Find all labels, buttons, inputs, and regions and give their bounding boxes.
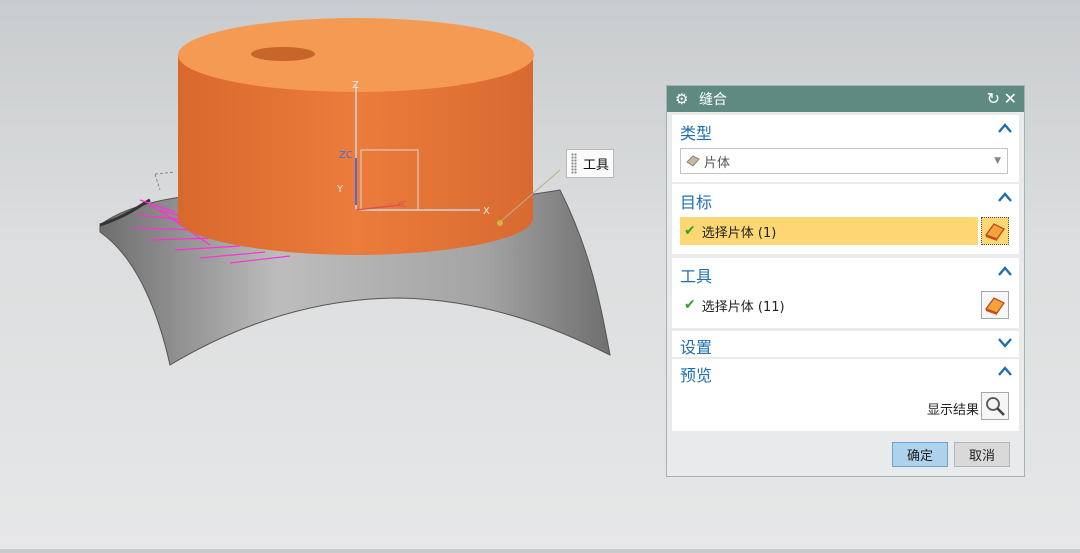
preview-section-title[interactable]: 预览: [680, 362, 712, 386]
dialog-title: 缝合: [699, 92, 727, 108]
check-icon: ✔: [684, 223, 696, 239]
type-select[interactable]: 片体 ▼: [680, 148, 1008, 174]
sheet-body-icon: [686, 155, 700, 167]
cylinder-hole: [251, 47, 315, 61]
chevron-down-icon[interactable]: [997, 336, 1013, 350]
type-select-value: 片体: [704, 155, 731, 171]
type-section: 类型 片体 ▼: [672, 115, 1019, 182]
sew-dialog: ⚙ 缝合 ↻ ✕ 类型 片体 ▼ 目标 ✔ 选择片体 (1) 工具 ✔ 选择片体…: [666, 85, 1025, 477]
settings-section[interactable]: 设置: [672, 331, 1019, 357]
preview-section: 预览 显示结果: [672, 359, 1019, 431]
chevron-up-icon[interactable]: [997, 190, 1013, 204]
grip-icon: [571, 153, 577, 174]
chevron-up-icon[interactable]: [997, 264, 1013, 278]
axis-z-label: Z: [352, 80, 359, 91]
select-face-icon: [985, 297, 1005, 315]
type-section-title[interactable]: 类型: [680, 120, 712, 144]
ok-button[interactable]: 确定: [892, 442, 948, 467]
settings-section-title[interactable]: 设置: [680, 334, 712, 358]
check-icon: ✔: [684, 297, 696, 313]
target-section-title[interactable]: 目标: [680, 189, 712, 213]
tool-selection-label: 选择片体 (11): [701, 299, 785, 315]
magnifier-icon: [986, 397, 1005, 416]
tooltip-label: 工具: [583, 158, 610, 173]
tool-section: 工具 ✔ 选择片体 (11): [672, 258, 1019, 328]
select-face-icon: [985, 223, 1005, 241]
tool-section-title[interactable]: 工具: [680, 263, 712, 287]
axis-x-label: X: [483, 206, 490, 217]
axis-y-label: Y: [336, 184, 344, 195]
tool-tooltip: 工具: [566, 149, 614, 178]
chevron-up-icon[interactable]: [997, 364, 1013, 378]
close-icon[interactable]: ✕: [1004, 89, 1017, 109]
tool-select-face-button[interactable]: [981, 291, 1009, 319]
target-selection-row[interactable]: ✔ 选择片体 (1): [680, 217, 978, 245]
cancel-button[interactable]: 取消: [954, 442, 1010, 467]
tool-selection-row[interactable]: ✔ 选择片体 (11): [680, 291, 978, 319]
axis-xc-label: XC: [397, 200, 408, 209]
chevron-up-icon[interactable]: [997, 121, 1013, 135]
target-selection-label: 选择片体 (1): [701, 225, 777, 241]
dropdown-caret-icon[interactable]: ▼: [994, 156, 1001, 166]
dialog-titlebar[interactable]: ⚙ 缝合 ↻ ✕: [667, 86, 1024, 112]
gear-icon[interactable]: ⚙: [675, 90, 697, 108]
target-section: 目标 ✔ 选择片体 (1): [672, 184, 1019, 254]
show-result-label: 显示结果: [926, 403, 979, 418]
target-select-face-button[interactable]: [981, 217, 1009, 245]
show-result-button[interactable]: [981, 392, 1009, 420]
reset-icon[interactable]: ↻: [987, 89, 1000, 109]
axis-zc-label: ZC: [339, 150, 353, 161]
